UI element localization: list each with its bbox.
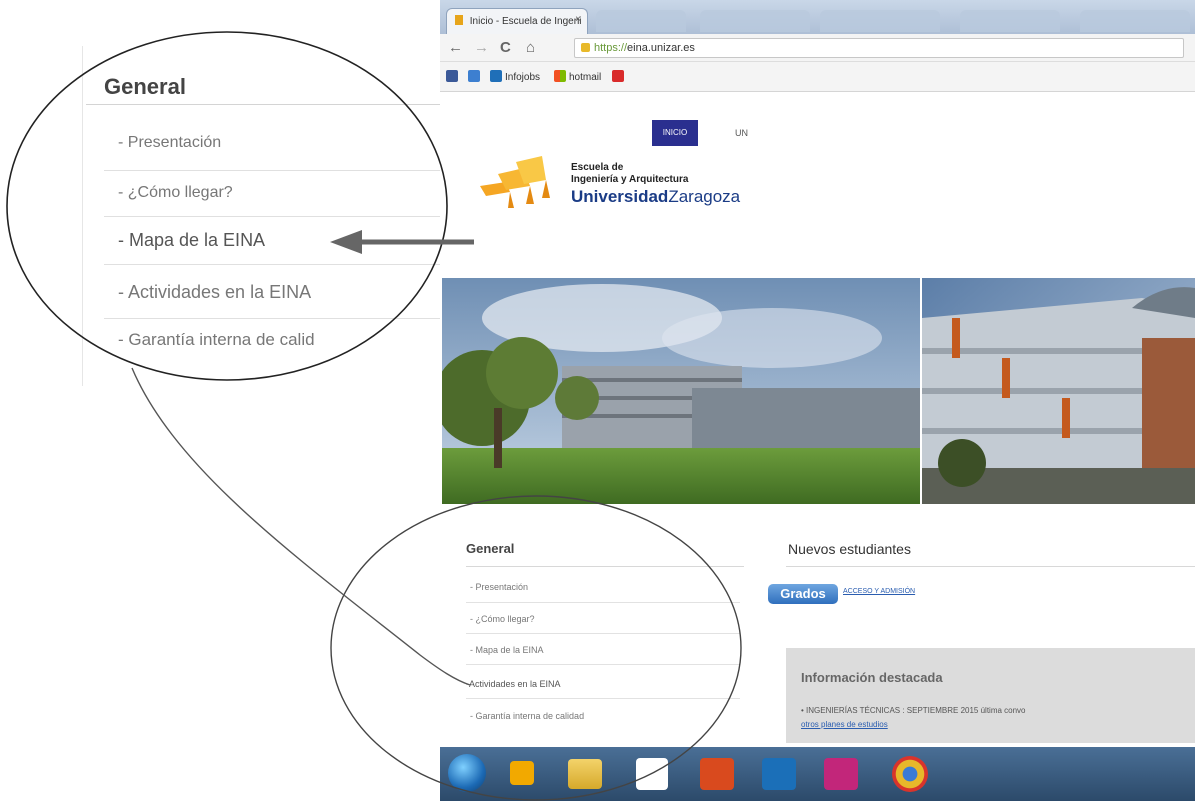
menu-divider xyxy=(466,633,740,634)
tab-bar: Inicio - Escuela de Ingeni × xyxy=(440,0,1195,34)
lock-icon xyxy=(581,43,590,52)
background-tab[interactable] xyxy=(960,10,1060,32)
bookmark-icon xyxy=(468,70,480,82)
youtube-icon xyxy=(612,70,624,82)
bookmark-blue[interactable] xyxy=(468,70,483,83)
home-icon[interactable]: ⌂ xyxy=(526,39,535,57)
zoom-divider xyxy=(104,170,440,171)
zoom-item-garantia[interactable]: - Garantía interna de calid xyxy=(118,330,315,350)
url-protocol: https:// xyxy=(594,42,628,54)
section-divider xyxy=(786,566,1195,567)
zoom-item-presentacion[interactable]: - Presentación xyxy=(118,134,221,152)
menu-divider xyxy=(466,602,740,603)
connector-line xyxy=(131,367,471,686)
menu-divider xyxy=(466,698,740,699)
acceso-admision-link[interactable]: ACCESO Y ADMISIÓN xyxy=(843,588,915,595)
navigation-bar: ← → C ⌂ https://eina.unizar.es xyxy=(440,34,1195,62)
menu-item-garantia[interactable]: - Garantía interna de calidad xyxy=(470,711,740,721)
address-bar[interactable]: https://eina.unizar.es xyxy=(574,38,1184,58)
facebook-icon xyxy=(446,70,458,82)
reload-icon[interactable]: C xyxy=(500,39,511,57)
campus-panorama-image xyxy=(442,278,1195,504)
background-tab[interactable] xyxy=(596,10,686,32)
bookmark-label: hotmail xyxy=(569,72,602,83)
logo-university: UniversidadZaragoza xyxy=(571,187,740,207)
background-tab[interactable] xyxy=(820,10,940,32)
chrome-icon[interactable] xyxy=(892,756,928,792)
app-icon[interactable] xyxy=(636,758,668,790)
menu-item-mapa-eina[interactable]: - Mapa de la EINA xyxy=(470,645,740,655)
indesign-icon[interactable] xyxy=(824,758,858,790)
bookmark-youtube[interactable] xyxy=(612,70,627,83)
zoom-general-title: General xyxy=(104,74,186,99)
windows-icon xyxy=(554,70,566,82)
screenshot-stage: Inicio - Escuela de Ingeni × ← → C ⌂ htt… xyxy=(0,0,1195,801)
bookmarks-bar: Infojobs hotmail xyxy=(440,62,1195,92)
zoom-item-como-llegar[interactable]: - ¿Cómo llegar? xyxy=(118,184,233,202)
menu-item-actividades[interactable]: -Actividades en la EINA xyxy=(466,679,736,689)
info-news-line[interactable]: • INGENIERÍAS TÉCNICAS : SEPTIEMBRE 2015… xyxy=(801,706,1026,715)
zoom-item-actividades[interactable]: - Actividades en la EINA xyxy=(118,282,311,303)
logo-brand-bold: Universidad xyxy=(571,187,669,206)
menu-divider xyxy=(466,664,740,665)
back-icon[interactable]: ← xyxy=(448,39,463,57)
nuevos-section-title: Nuevos estudiantes xyxy=(788,541,911,557)
favicon-icon xyxy=(455,15,463,25)
infojobs-icon xyxy=(490,70,502,82)
forward-icon[interactable]: → xyxy=(474,39,489,57)
zoom-divider xyxy=(104,264,440,265)
bookmark-hotmail[interactable]: hotmail xyxy=(554,70,601,83)
general-section-title: General xyxy=(466,541,515,556)
bookmark-label: Infojobs xyxy=(505,72,541,83)
bookmark-facebook[interactable] xyxy=(446,70,461,83)
zoom-divider xyxy=(104,318,440,319)
browser-tab[interactable]: Inicio - Escuela de Ingeni × xyxy=(446,8,588,34)
info-destacada-box: Información destacada • INGENIERÍAS TÉCN… xyxy=(786,648,1195,743)
info-title: Información destacada xyxy=(801,670,943,685)
windows-start-icon[interactable] xyxy=(448,754,486,792)
zoom-title-rule xyxy=(86,104,440,105)
tab-title: Inicio - Escuela de Ingeni xyxy=(469,16,582,27)
section-divider xyxy=(466,566,744,567)
folder-icon[interactable] xyxy=(568,759,602,789)
zoom-item-mapa-eina[interactable]: - Mapa de la EINA xyxy=(118,230,265,251)
tab-close-icon[interactable]: × xyxy=(575,14,581,25)
windows-taskbar xyxy=(440,747,1195,801)
logo-line-2: Ingeniería y Arquitectura xyxy=(571,174,689,185)
url-host: eina.unizar.es xyxy=(627,42,695,54)
eina-logo-icon xyxy=(480,156,550,208)
eina-logo-text[interactable]: Escuela de Ingeniería y Arquitectura Uni… xyxy=(571,162,740,207)
logo-brand-light: Zaragoza xyxy=(668,187,741,206)
zoom-callout: General - Presentación - ¿Cómo llegar? -… xyxy=(0,0,440,400)
photoshop-icon[interactable] xyxy=(762,758,796,790)
menu-item-presentacion[interactable]: - Presentación xyxy=(470,582,740,592)
grados-button[interactable]: Grados xyxy=(768,584,838,604)
zoom-divider xyxy=(104,216,440,217)
nav-next-item[interactable]: UN xyxy=(735,128,748,138)
menu-item-como-llegar[interactable]: - ¿Cómo llegar? xyxy=(470,614,740,624)
bookmark-infojobs[interactable]: Infojobs xyxy=(490,70,540,83)
nav-inicio-button[interactable]: INICIO xyxy=(652,120,698,146)
zoom-divider-vertical xyxy=(82,46,83,386)
info-plans-link[interactable]: otros planes de estudios xyxy=(801,720,888,729)
background-tab[interactable] xyxy=(1080,10,1190,32)
media-player-icon[interactable] xyxy=(510,761,534,785)
illustrator-icon[interactable] xyxy=(700,758,734,790)
background-tab[interactable] xyxy=(700,10,810,32)
logo-line-1: Escuela de xyxy=(571,162,624,173)
